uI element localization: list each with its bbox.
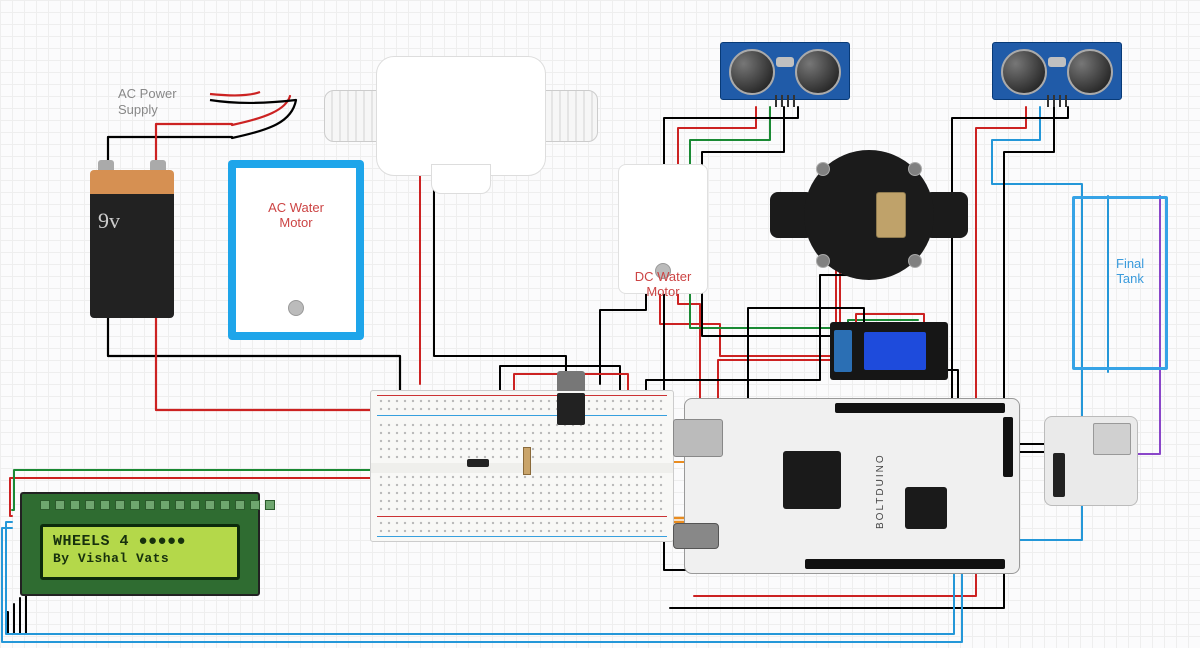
ac-leads	[0, 0, 1200, 648]
